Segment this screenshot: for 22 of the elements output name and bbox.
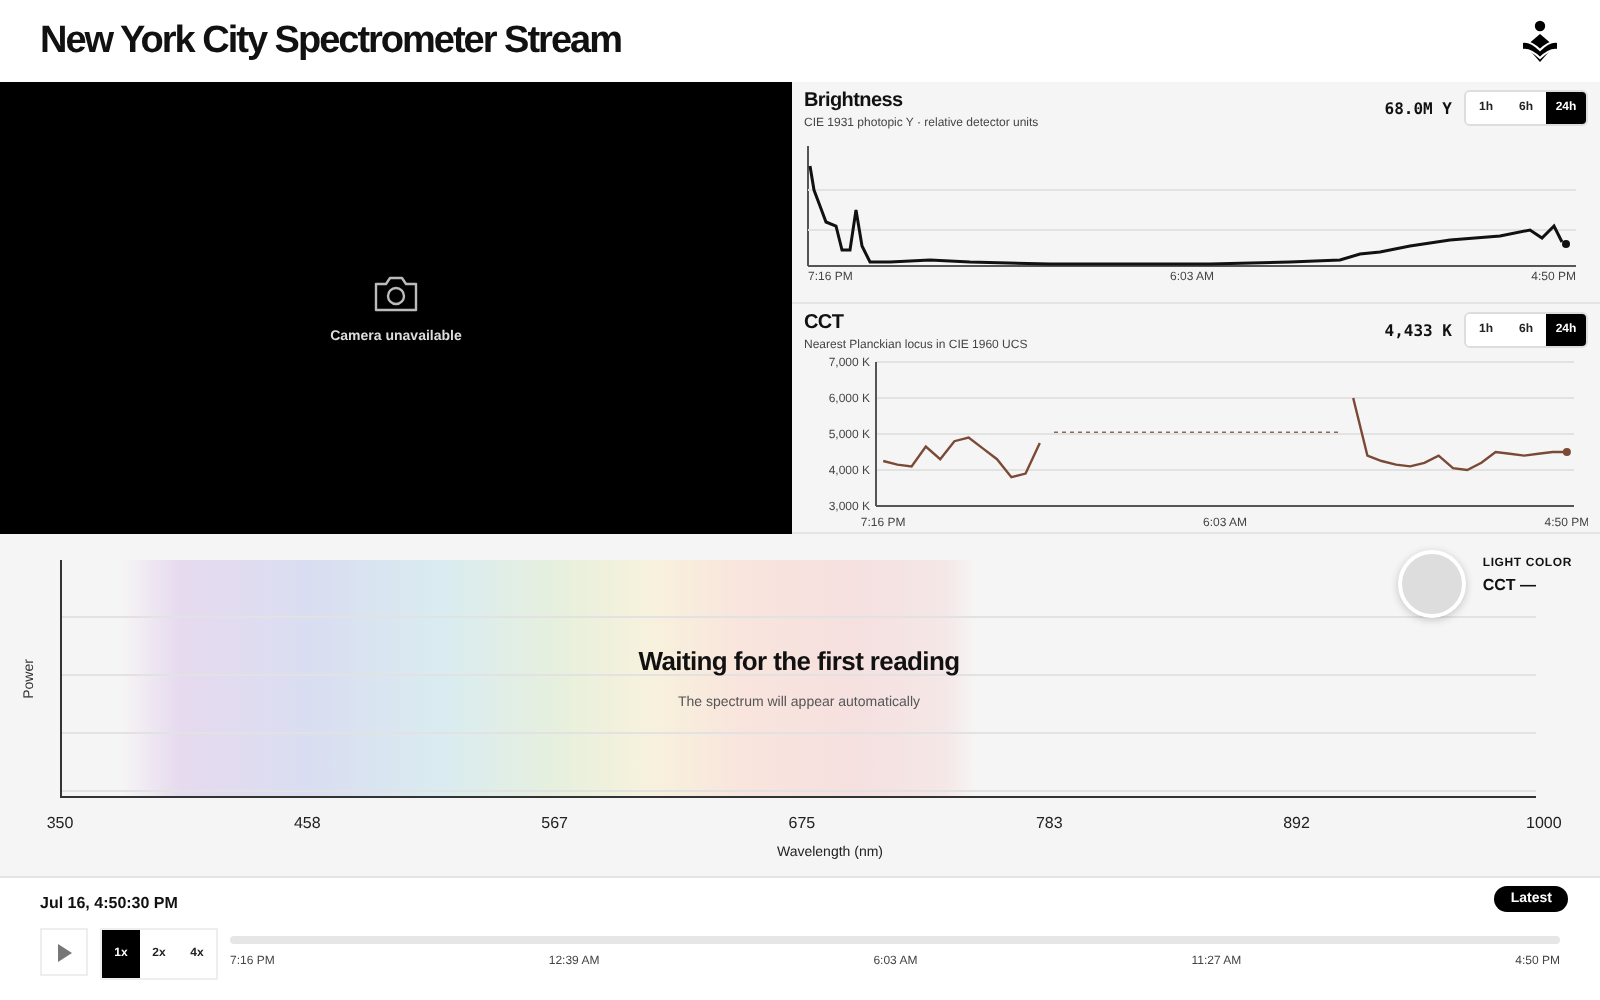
axis-label: 458 [291,814,323,832]
chart-title: Brightness [804,90,905,112]
axis-label: 1000 [1524,814,1564,832]
camera-icon [372,273,420,313]
axis-label: 350 [44,814,76,832]
axis-label: 675 [786,814,818,832]
page-title: New York City Spectrometer Stream [40,19,621,63]
empty-state-title: Waiting for the first reading [638,646,960,676]
timestamp: Jul 16, 4:50:30 PM [40,894,178,912]
current-value: 4,433 K [1384,321,1452,339]
axis-label: 783 [1033,814,1065,832]
axis-label: 567 [539,814,570,832]
current-value: 68.0M Y [1384,99,1452,117]
current-point [1562,240,1570,248]
cct-value: CCT — [1482,576,1539,594]
current-point [1562,448,1571,456]
emblem-icon [1520,19,1560,63]
chart-title: CCT [804,312,846,334]
play-button[interactable] [40,928,88,976]
play-icon [57,943,71,961]
color-swatch [1398,550,1467,618]
axis-label: 892 [1281,814,1312,832]
